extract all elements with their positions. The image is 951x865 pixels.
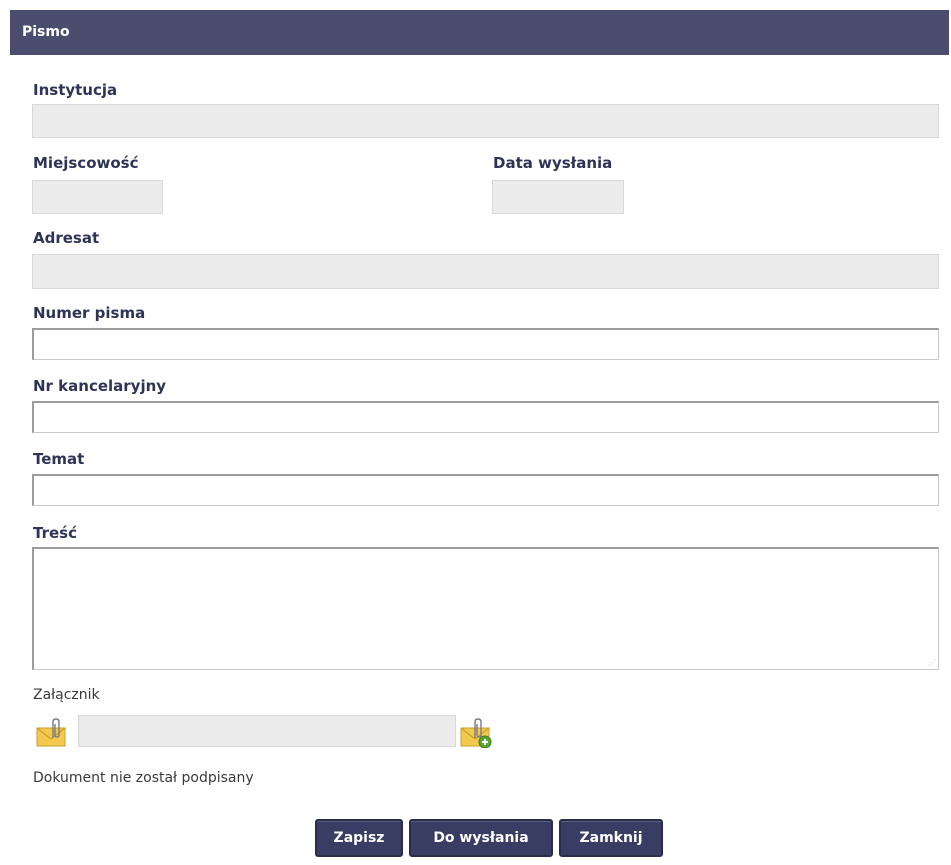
instytucja-label: Instytucja <box>33 81 118 99</box>
pismo-dialog: Pismo Instytucja Miejscowość Data wysłan… <box>10 10 949 863</box>
tresc-label: Treść <box>33 524 77 542</box>
envelope-paperclip-add-icon[interactable] <box>459 718 493 749</box>
resize-grip-icon[interactable]: ⋰ <box>928 658 936 667</box>
nr-kancelaryjny-input[interactable] <box>32 401 939 433</box>
adresat-label: Adresat <box>33 229 100 247</box>
zalacznik-field <box>78 715 456 747</box>
temat-label: Temat <box>33 450 85 468</box>
save-button[interactable]: Zapisz <box>315 819 403 857</box>
envelope-paperclip-icon[interactable] <box>35 718 69 748</box>
miejscowosc-field <box>32 180 163 214</box>
adresat-field <box>32 254 939 289</box>
dialog-title: Pismo <box>10 10 949 55</box>
numer-pisma-label: Numer pisma <box>33 304 146 322</box>
to-send-button[interactable]: Do wysłania <box>409 819 553 857</box>
tresc-container: ⋰ <box>32 547 939 670</box>
instytucja-field <box>32 104 939 138</box>
tresc-textarea[interactable] <box>32 547 939 670</box>
data-wyslania-field <box>492 180 624 214</box>
nr-kancelaryjny-label: Nr kancelaryjny <box>33 377 167 395</box>
numer-pisma-input[interactable] <box>32 328 939 360</box>
miejscowosc-label: Miejscowość <box>33 154 139 172</box>
data-wyslania-label: Data wysłania <box>493 154 613 172</box>
signature-status: Dokument nie został podpisany <box>33 770 254 786</box>
close-button[interactable]: Zamknij <box>559 819 663 857</box>
zalacznik-label: Załącznik <box>33 687 100 703</box>
temat-input[interactable] <box>32 474 939 506</box>
